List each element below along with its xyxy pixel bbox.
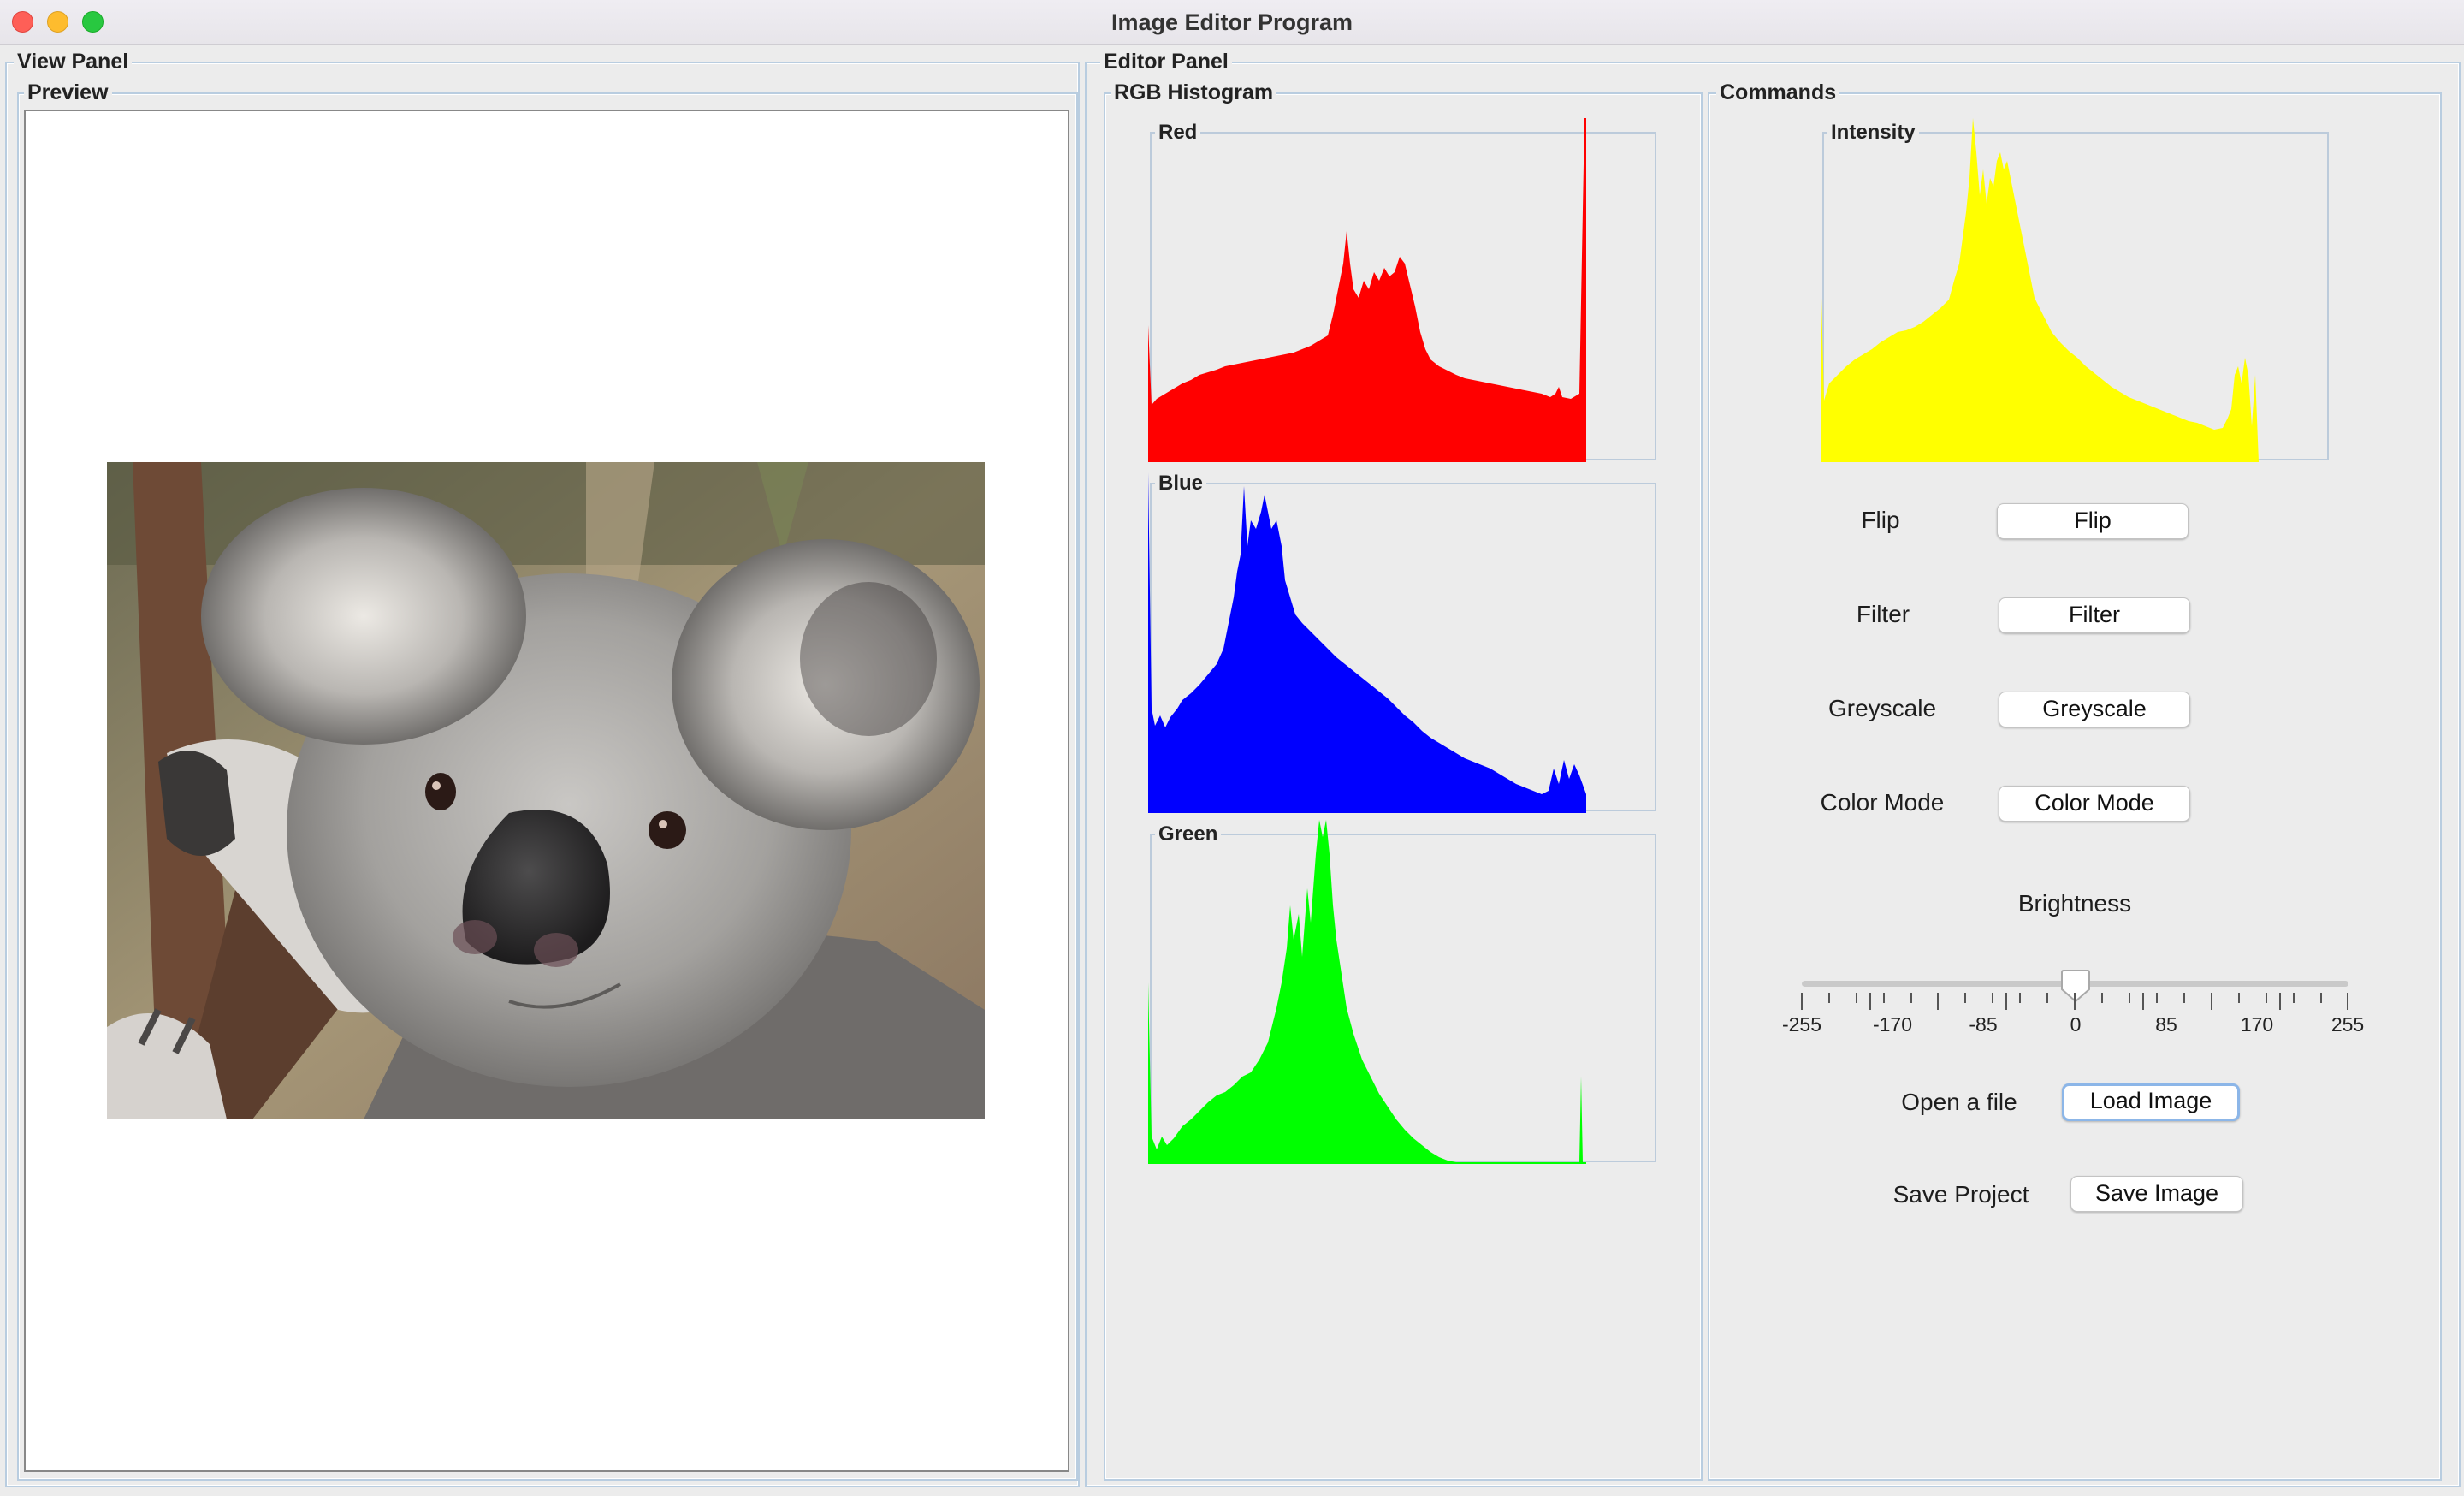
color-mode-button[interactable]: Color Mode xyxy=(1999,786,2190,822)
brightness-tick-label: 255 xyxy=(2331,1013,2365,1036)
brightness-tick-label: -170 xyxy=(1872,1013,1913,1036)
flip-button[interactable]: Flip xyxy=(1997,503,2189,539)
green-histogram xyxy=(1148,820,1586,1164)
brightness-tick-label: 85 xyxy=(2155,1013,2177,1036)
rgb-histogram-label: RGB Histogram xyxy=(1111,80,1277,105)
blue-histogram xyxy=(1148,472,1586,813)
commands-label: Commands xyxy=(1716,80,1840,105)
intensity-histogram xyxy=(1821,118,2259,462)
brightness-tick-label: 170 xyxy=(2240,1013,2274,1036)
brightness-label: Brightness xyxy=(2017,890,2132,917)
filter-button[interactable]: Filter xyxy=(1999,597,2190,633)
save-project-label: Save Project xyxy=(1892,1181,2029,1208)
window-title: Image Editor Program xyxy=(1111,9,1353,35)
brightness-tick-label: -255 xyxy=(1781,1013,1822,1036)
greyscale-button[interactable]: Greyscale xyxy=(1999,692,2190,727)
open-file-label: Open a file xyxy=(1901,1089,2017,1115)
preview-label: Preview xyxy=(24,80,112,105)
save-image-button[interactable]: Save Image xyxy=(2070,1176,2243,1212)
view-panel-label: View Panel xyxy=(14,49,133,74)
koala-image xyxy=(107,462,985,1119)
color-mode-label: Color Mode xyxy=(1820,789,1945,816)
flip-label: Flip xyxy=(1861,507,1900,533)
filter-label: Filter xyxy=(1856,601,1910,627)
brightness-tick-label: -85 xyxy=(1969,1013,1998,1036)
greyscale-label: Greyscale xyxy=(1827,695,1937,721)
red-histogram xyxy=(1148,118,1586,462)
load-image-button[interactable]: Load Image xyxy=(2062,1083,2240,1121)
brightness-tick-label: 0 xyxy=(2070,1013,2082,1036)
editor-panel-label: Editor Panel xyxy=(1100,49,1232,74)
